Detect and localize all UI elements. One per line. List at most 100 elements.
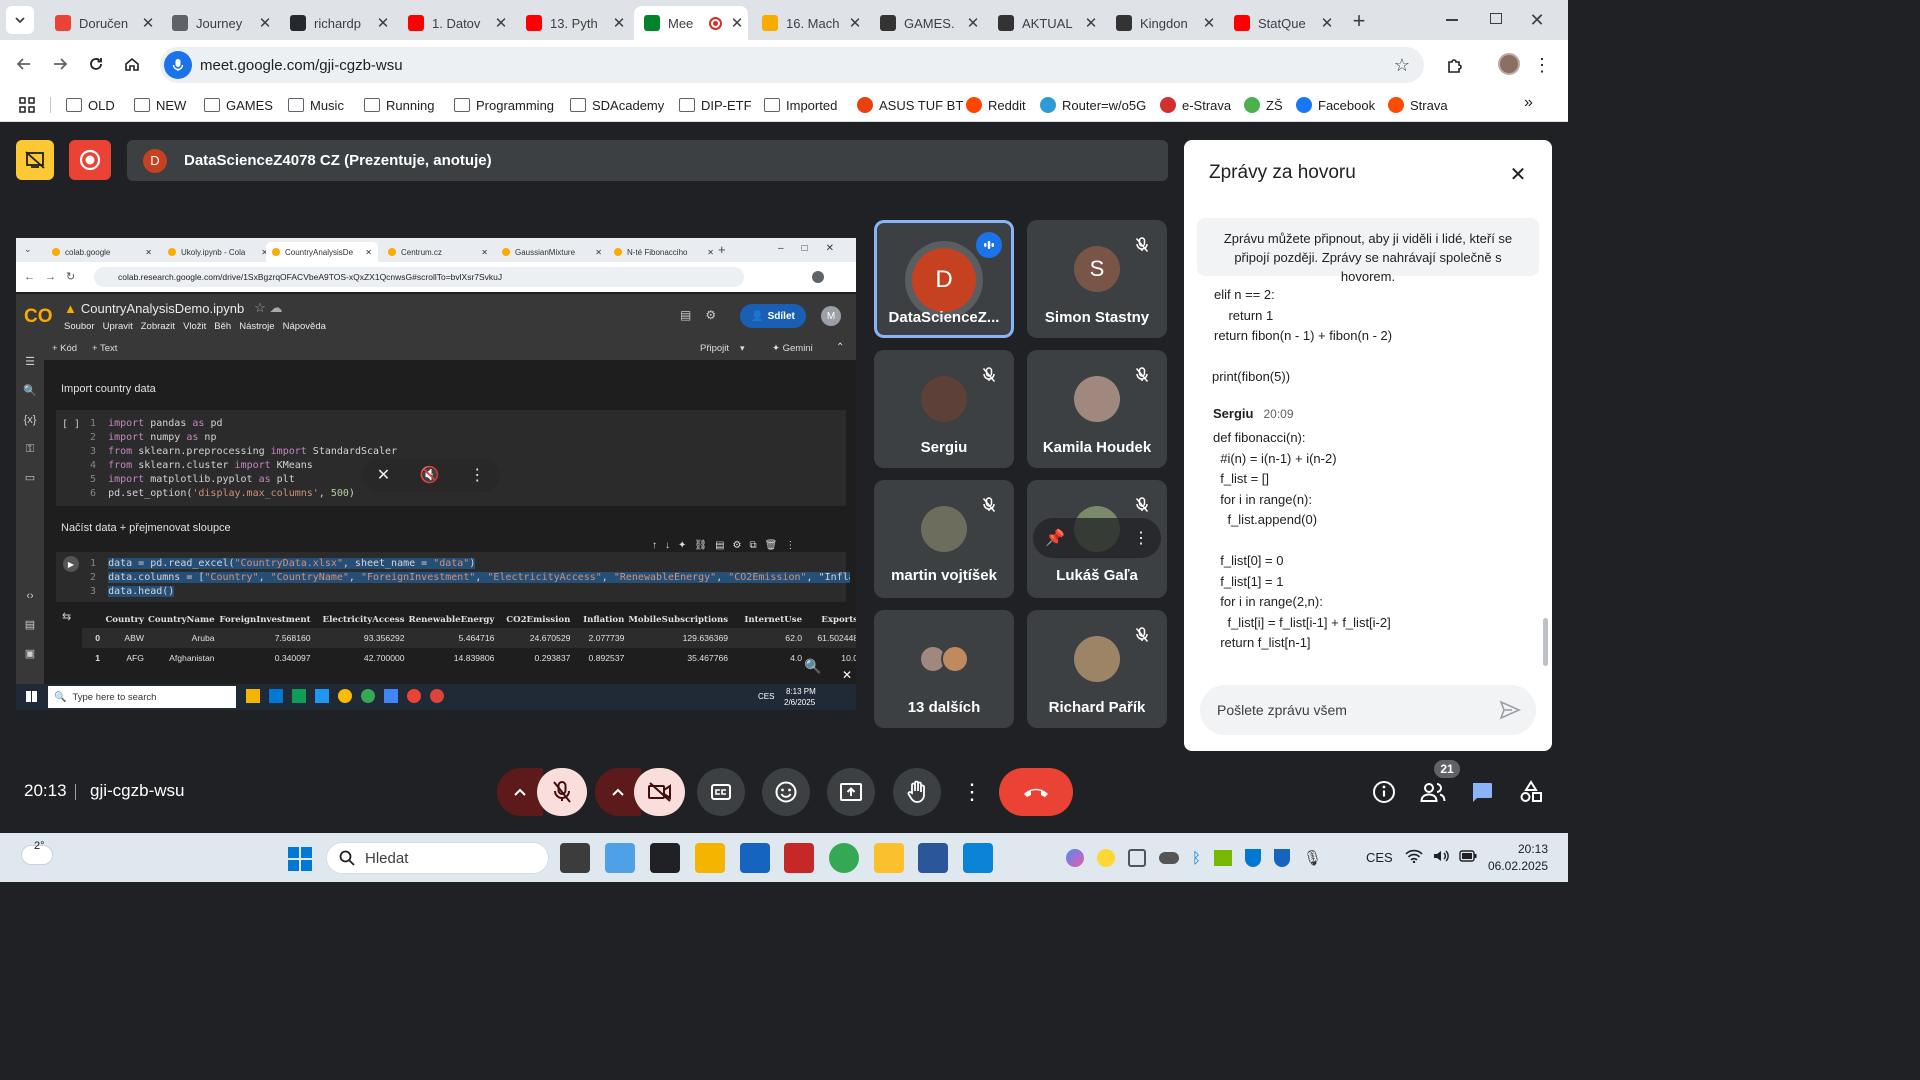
copilot-icon[interactable] (1066, 849, 1084, 867)
window-restore-button[interactable] (1490, 13, 1502, 24)
bookmark-item[interactable]: ZŠ (1244, 95, 1283, 115)
close-tab-icon[interactable]: ✕ (962, 14, 984, 32)
shared-close-zoom[interactable]: ✕ (842, 668, 852, 682)
start-button[interactable] (287, 846, 313, 872)
browser-tab[interactable]: 1. Datov ✕ (398, 6, 512, 40)
bookmark-item[interactable]: Strava (1388, 95, 1448, 115)
microsoft-store-icon[interactable] (740, 843, 770, 873)
pdf-reader-icon[interactable] (784, 843, 814, 873)
participant-tile[interactable]: D DataScienceZ... (874, 220, 1014, 338)
word-icon[interactable] (918, 843, 948, 873)
browser-tab[interactable]: GAMES. ✕ (870, 6, 984, 40)
nvidia-icon[interactable] (1214, 850, 1233, 866)
participant-tile[interactable]: 13 dalších (874, 610, 1014, 728)
bookmark-item[interactable]: Router=w/o5G (1040, 95, 1146, 115)
spreadsheet-icon[interactable] (874, 843, 904, 873)
close-tab-icon[interactable]: ✕ (490, 14, 512, 32)
tab-search-button[interactable] (6, 6, 34, 34)
bookmark-item[interactable]: Reddit (966, 95, 1026, 115)
norton-icon[interactable] (1097, 849, 1115, 867)
taskbar-search[interactable]: Hledat (326, 842, 549, 874)
snipping-tool-icon[interactable] (605, 843, 635, 873)
window-minimize-button[interactable] (1446, 19, 1458, 21)
bookmark-item[interactable]: DIP-ETF (679, 95, 752, 115)
camera-toggle-button[interactable] (634, 768, 685, 816)
tile-hover-controls[interactable]: 📌 ⋮ (1033, 518, 1161, 558)
browser-tab[interactable]: AKTUAL ✕ (988, 6, 1102, 40)
new-tab-button[interactable]: + (1345, 8, 1373, 34)
back-button[interactable] (10, 50, 38, 78)
shared-zoom-icon[interactable]: 🔍 (804, 658, 821, 675)
meeting-details-button[interactable] (1370, 778, 1398, 806)
vpn-lock-icon[interactable] (650, 843, 680, 873)
stop-presenting-button[interactable] (16, 140, 54, 180)
reload-button[interactable] (82, 50, 110, 78)
close-tab-icon[interactable]: ✕ (254, 14, 276, 32)
close-tab-icon[interactable]: ✕ (726, 14, 748, 32)
captions-button[interactable] (697, 768, 745, 816)
close-tab-icon[interactable]: ✕ (608, 14, 630, 32)
browser-tab[interactable]: StatQue ✕ (1224, 6, 1338, 40)
close-tab-icon[interactable]: ✕ (1198, 14, 1220, 32)
clock-time[interactable]: 20:13 (1518, 842, 1548, 856)
bookmark-star-icon[interactable]: ☆ (1394, 55, 1410, 76)
address-bar[interactable]: meet.google.com/gji-cgzb-wsu ☆ (160, 47, 1424, 83)
onedrive-icon[interactable] (1159, 852, 1179, 864)
site-info-button[interactable] (164, 51, 192, 79)
close-tab-icon[interactable]: ✕ (372, 14, 394, 32)
close-tab-icon[interactable]: ✕ (1080, 14, 1102, 32)
bookmark-item[interactable]: Facebook (1296, 95, 1375, 115)
profile-avatar[interactable] (1498, 53, 1520, 75)
bookmark-item[interactable]: Imported (764, 95, 837, 115)
file-explorer-icon[interactable] (560, 843, 590, 873)
bluetooth-icon[interactable]: ᛒ (1192, 850, 1201, 867)
browser-tab[interactable]: Kingdon ✕ (1106, 6, 1220, 40)
security-shield-icon[interactable] (1274, 849, 1291, 867)
clock-date[interactable]: 06.02.2025 (1488, 859, 1548, 873)
browser-tab[interactable]: Doručen ✕ (45, 6, 159, 40)
bookmark-item[interactable]: GAMES (204, 95, 273, 115)
participant-tile[interactable]: Sergiu (874, 350, 1014, 468)
bookmark-item[interactable]: OLD (66, 95, 115, 115)
vscode-icon[interactable] (963, 843, 993, 873)
participant-tile[interactable]: Richard Pařík (1027, 610, 1167, 728)
bookmark-item[interactable]: Music (288, 95, 344, 115)
file-explorer-folder-icon[interactable] (695, 843, 725, 873)
window-close-button[interactable]: ✕ (1526, 8, 1548, 32)
more-icon[interactable]: ⋮ (1133, 528, 1149, 548)
recording-button[interactable] (69, 140, 111, 180)
bookmark-item[interactable]: Running (364, 95, 434, 115)
browser-tab[interactable]: 13. Pyth ✕ (516, 6, 630, 40)
forward-button[interactable] (46, 50, 74, 78)
reactions-button[interactable] (762, 768, 810, 816)
participant-tile[interactable]: martin vojtíšek (874, 480, 1014, 598)
mic-toggle-button[interactable] (537, 768, 587, 816)
close-tab-icon[interactable]: ✕ (1316, 14, 1338, 32)
input-language[interactable]: CES (1366, 850, 1393, 865)
present-button[interactable] (827, 768, 875, 816)
bookmark-item[interactable]: SDAcademy (570, 95, 664, 115)
leave-call-button[interactable] (999, 768, 1073, 816)
quick-settings[interactable] (1405, 849, 1477, 863)
activities-button[interactable] (1517, 778, 1545, 806)
bookmark-item[interactable]: e-Strava (1160, 95, 1231, 115)
network-adapter-icon[interactable] (1128, 849, 1146, 867)
chat-toggle-button[interactable] (1468, 778, 1496, 806)
chrome-icon[interactable] (829, 843, 859, 873)
close-tab-icon[interactable]: ✕ (844, 14, 866, 32)
bookmark-item[interactable]: NEW (134, 95, 186, 115)
defender-icon[interactable] (1245, 849, 1262, 867)
participant-tile[interactable]: Lukáš Gaľa 📌 ⋮ (1027, 480, 1167, 598)
browser-tab[interactable]: Journey ✕ (162, 6, 276, 40)
weather-widget[interactable]: 2° (22, 840, 56, 870)
browser-tab[interactable]: Mee ✕ (634, 6, 748, 40)
raise-hand-button[interactable] (893, 768, 941, 816)
browser-tab[interactable]: richardp ✕ (280, 6, 394, 40)
pin-icon[interactable]: 📌 (1045, 528, 1065, 548)
home-button[interactable] (118, 50, 146, 78)
chat-input[interactable]: Pošlete zprávu všem (1200, 685, 1536, 735)
participant-tile[interactable]: S Simon Stastny (1027, 220, 1167, 338)
apps-grid-icon[interactable] (18, 96, 36, 114)
chat-close-button[interactable]: ✕ (1502, 160, 1534, 188)
people-button[interactable] (1418, 778, 1448, 806)
